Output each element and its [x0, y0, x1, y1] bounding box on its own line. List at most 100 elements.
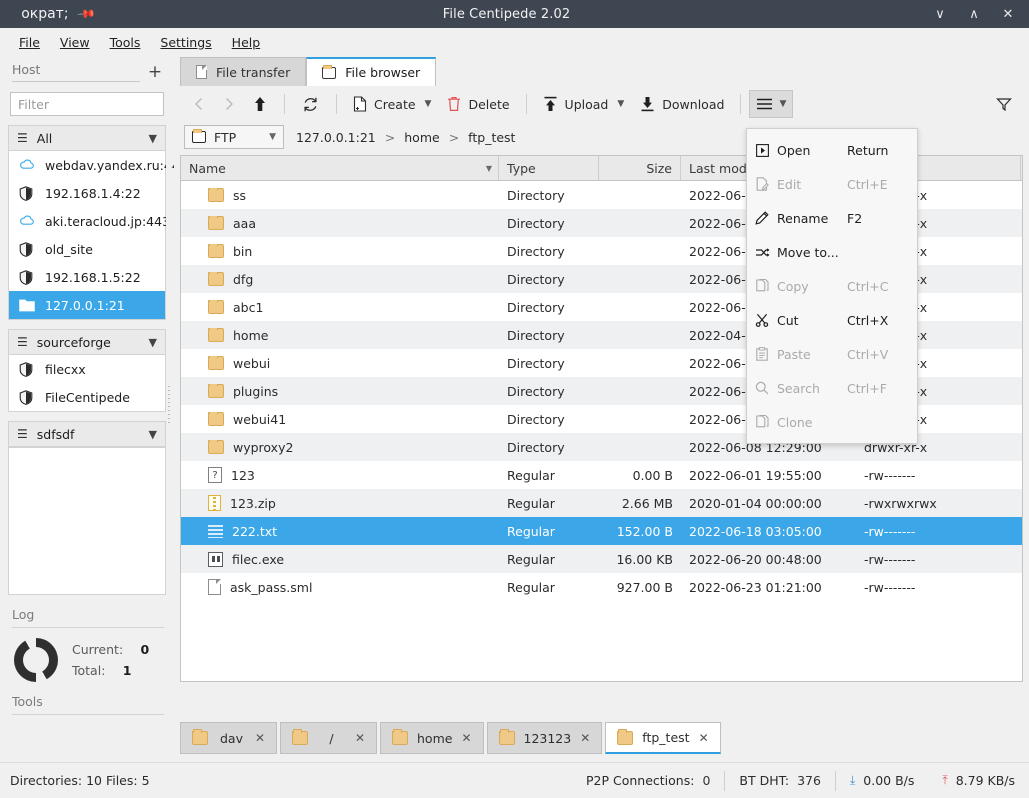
menu-item-open[interactable]: Open Return [747, 133, 917, 167]
delete-button[interactable]: Delete [439, 90, 517, 118]
column-header-size[interactable]: Size [599, 156, 681, 180]
menu-settings[interactable]: Settings [151, 32, 220, 53]
cell-name: ask_pass.sml [181, 579, 499, 595]
tab-file-transfer[interactable]: File transfer [180, 57, 306, 86]
menu-item-shortcut: Ctrl+V [847, 347, 917, 362]
sidebar-group-sourceforge-label: sourceforge [37, 335, 140, 350]
menu-help[interactable]: Help [223, 32, 270, 53]
sidebar-item-aki-teracloud[interactable]: aki.teracloud.jp:443 [9, 207, 165, 235]
sidebar-splitter[interactable] [166, 56, 171, 762]
folder-icon [208, 384, 224, 398]
table-row[interactable]: ?123 Regular 0.00 B 2022-06-01 19:55:00 … [181, 461, 1022, 489]
chevron-down-icon[interactable]: ▼ [149, 336, 157, 349]
menu-file[interactable]: File [10, 32, 49, 53]
sidebar-log-label[interactable]: Log [12, 607, 164, 622]
cell-name: bin [181, 244, 499, 259]
menu-item-paste[interactable]: Paste Ctrl+V [747, 337, 917, 371]
sidebar-item-webdav-yandex[interactable]: webdav.yandex.ru:443 [9, 151, 165, 179]
menu-view[interactable]: View [51, 32, 99, 53]
dir-tab-root[interactable]: / ✕ [280, 722, 377, 754]
table-row[interactable]: ask_pass.sml Regular 927.00 B 2022-06-23… [181, 573, 1022, 601]
progress-donut-icon [14, 638, 58, 682]
dir-tab-123123[interactable]: 123123 ✕ [487, 722, 603, 754]
file-name: dfg [233, 272, 253, 287]
cell-modified: 2022-06-20 00:48:00 [681, 552, 856, 567]
menu-item-copy[interactable]: Copy Ctrl+C [747, 269, 917, 303]
sidebar-group-sdfsdf[interactable]: ☰ sdfsdf ▼ [8, 421, 166, 447]
menu-item-shortcut: Ctrl+E [847, 177, 917, 192]
menu-tools[interactable]: Tools [101, 32, 150, 53]
minimize-button[interactable]: ∨ [933, 7, 947, 21]
breadcrumb-host[interactable]: 127.0.0.1:21 [296, 130, 376, 145]
menu-settings-label: Settings [160, 35, 211, 50]
cell-name: aaa [181, 216, 499, 231]
maximize-button[interactable]: ∧ [967, 7, 981, 21]
browser-toolbar: Create ▼ Delete Upload ▼ Download ▼ [174, 86, 1029, 122]
sidebar-tools-label[interactable]: Tools [12, 694, 164, 709]
cell-type: Regular [499, 552, 599, 567]
breadcrumb-home[interactable]: home [404, 130, 439, 145]
sidebar-item-old-site[interactable]: old_site [9, 235, 165, 263]
dir-tab-home[interactable]: home ✕ [380, 722, 484, 754]
sidebar-item-192-168-1-5[interactable]: 192.168.1.5:22 [9, 263, 165, 291]
chevron-down-icon[interactable]: ▼ [779, 99, 786, 109]
back-button[interactable] [184, 90, 214, 118]
download-button[interactable]: Download [632, 90, 732, 118]
sidebar-item-filecxx[interactable]: filecxx [9, 355, 165, 383]
close-icon[interactable]: ✕ [255, 731, 265, 745]
filter-funnel-button[interactable] [987, 90, 1021, 118]
upload-button[interactable]: Upload ▼ [535, 90, 633, 118]
table-row[interactable]: filec.exe Regular 16.00 KB 2022-06-20 00… [181, 545, 1022, 573]
sidebar-filter-input[interactable]: Filter [10, 92, 164, 116]
breadcrumb-current[interactable]: ftp_test [468, 130, 515, 145]
menu-tools-label: Tools [110, 35, 141, 50]
close-icon[interactable]: ✕ [699, 731, 709, 745]
breadcrumb-separator: > [449, 130, 459, 145]
sidebar-group-all[interactable]: ☰ All ▼ [8, 125, 166, 151]
executable-icon [208, 552, 223, 567]
chevron-down-icon[interactable]: ▼ [149, 132, 157, 145]
column-header-name[interactable]: Name ▼ [181, 156, 499, 180]
sidebar-group-all-label: All [37, 131, 140, 146]
chevron-down-icon[interactable]: ▼ [269, 132, 276, 142]
sidebar-item-192-168-1-4[interactable]: 192.168.1.4:22 [9, 179, 165, 207]
close-icon[interactable]: ✕ [355, 731, 365, 745]
sidebar-host-list-all: webdav.yandex.ru:443 192.168.1.4:22 aki.… [8, 151, 166, 320]
chevron-down-icon[interactable]: ▼ [425, 99, 432, 109]
chevron-down-icon[interactable]: ▼ [149, 428, 157, 441]
file-icon [196, 65, 207, 79]
menu-item-clone[interactable]: Clone [747, 405, 917, 439]
menu-item-search[interactable]: Search Ctrl+F [747, 371, 917, 405]
hamburger-icon: ☰ [17, 335, 28, 349]
cell-type: Directory [499, 300, 599, 315]
dir-tab-dav[interactable]: dav ✕ [180, 722, 277, 754]
actions-menu-button[interactable]: ▼ [749, 90, 793, 118]
dir-tab-ftp-test[interactable]: ftp_test ✕ [605, 722, 720, 754]
folder-icon [208, 244, 224, 258]
forward-button[interactable] [214, 90, 244, 118]
close-icon[interactable]: ✕ [461, 731, 471, 745]
create-button[interactable]: Create ▼ [345, 90, 439, 118]
sidebar-group-sourceforge[interactable]: ☰ sourceforge ▼ [8, 329, 166, 355]
menu-item-cut[interactable]: Cut Ctrl+X [747, 303, 917, 337]
menu-item-rename[interactable]: Rename F2 [747, 201, 917, 235]
refresh-button[interactable] [293, 90, 328, 118]
sidebar-item-127-0-0-1[interactable]: 127.0.0.1:21 [9, 291, 165, 319]
table-row[interactable]: 123.zip Regular 2.66 MB 2020-01-04 00:00… [181, 489, 1022, 517]
sidebar-stats: Current:0 Total:1 [0, 628, 174, 682]
close-icon[interactable]: ✕ [580, 731, 590, 745]
cell-type: Directory [499, 216, 599, 231]
status-bar: Directories: 10 Files: 5 P2P Connections… [0, 762, 1029, 798]
sidebar-item-filecentipede[interactable]: FileCentipede [9, 383, 165, 411]
column-header-type[interactable]: Type [499, 156, 599, 180]
add-host-button[interactable]: + [146, 65, 164, 79]
protocol-select[interactable]: FTP ▼ [184, 125, 284, 149]
close-button[interactable]: ✕ [1001, 7, 1015, 21]
menu-item-move-to[interactable]: Move to... [747, 235, 917, 269]
chevron-down-icon[interactable]: ▼ [617, 99, 624, 109]
table-row[interactable]: 222.txt Regular 152.00 B 2022-06-18 03:0… [181, 517, 1022, 545]
menu-item-edit[interactable]: Edit Ctrl+E [747, 167, 917, 201]
up-button[interactable] [244, 90, 276, 118]
dht-value: 376 [797, 773, 821, 788]
tab-file-browser[interactable]: File browser [306, 57, 436, 86]
